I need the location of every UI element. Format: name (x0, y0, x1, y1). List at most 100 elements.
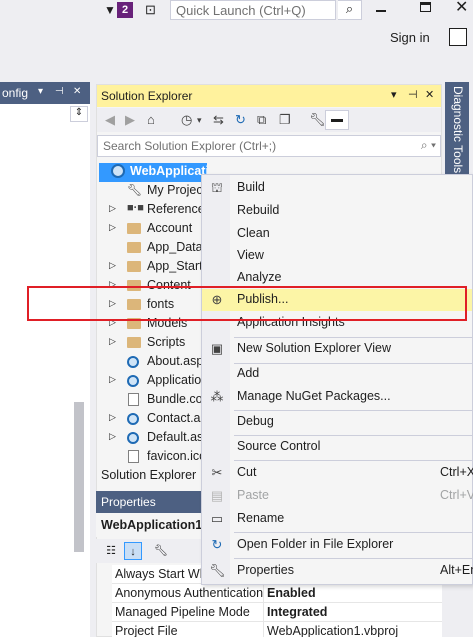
wrench-icon: 🔧︎ (127, 183, 143, 197)
properties-object-selector[interactable]: WebApplication1 (96, 513, 202, 537)
search-placeholder: Search Solution Explorer (Ctrl+;) (103, 139, 277, 153)
pin-icon[interactable]: ⊣ (408, 88, 418, 101)
icon-file-icon (128, 450, 139, 463)
property-row[interactable]: Project File WebApplication1.vbproj (112, 622, 442, 637)
menu-item-label: Rebuild (237, 203, 280, 217)
pin-icon[interactable]: ⊣ (55, 86, 64, 97)
tree-item-label: App_Start (147, 259, 203, 273)
expand-arrow-icon[interactable]: ▷ (109, 336, 116, 347)
dropdown-icon[interactable]: ▾ (38, 86, 43, 97)
menu-item-label: Paste (237, 488, 269, 502)
wrench-icon[interactable]: 🔧︎ (309, 112, 326, 128)
solution-explorer-header: Solution Explorer ▾ ⊣ ✕ (97, 85, 441, 107)
tree-item-label: Application (147, 373, 209, 387)
menu-item-shortcut: Alt+Enter (440, 563, 473, 577)
menu-item-paste[interactable]: ▤ Paste Ctrl+V (202, 485, 473, 507)
dropdown-icon[interactable]: ▾ (391, 88, 397, 101)
scissors-icon: ✂ (211, 465, 223, 480)
menu-item-new-solution-explorer-view[interactable]: ▣ New Solution Explorer View (202, 338, 472, 360)
sign-in-link[interactable]: Sign in (390, 30, 430, 45)
scrollbar-thumb[interactable] (74, 402, 84, 552)
property-row[interactable]: Managed Pipeline Mode Integrated (112, 603, 442, 622)
expand-arrow-icon[interactable]: ▷ (109, 260, 116, 271)
diagnostic-tools-label: Diagnostic Tools (451, 86, 465, 174)
expand-arrow-icon[interactable]: ▷ (109, 222, 116, 233)
expand-arrow-icon[interactable]: ▷ (109, 203, 116, 214)
expand-arrow-icon[interactable]: ▷ (109, 431, 116, 442)
build-icon: ⛫ (211, 180, 223, 195)
solution-search-input[interactable]: Search Solution Explorer (Ctrl+;) ⌕ ▾ (97, 135, 441, 157)
rename-icon: ▭ (210, 511, 224, 526)
close-icon[interactable]: ✕ (73, 86, 81, 97)
title-bar: ▼ 2 ⊡ Quick Launch (Ctrl+Q) ⌕ ✕ Sign in (0, 0, 473, 82)
property-name: Project File (115, 624, 178, 637)
collapse-all-icon[interactable]: ⧉ (257, 112, 266, 128)
property-value[interactable]: Integrated (267, 605, 327, 619)
close-icon[interactable]: ✕ (425, 88, 434, 101)
split-icon[interactable]: ⇕ (70, 106, 88, 122)
refresh-icon[interactable]: ↻ (235, 112, 246, 128)
left-tool-window: onfig ▾ ⊣ ✕ ⇕ (0, 82, 90, 637)
show-all-files-icon[interactable]: ❐ (279, 112, 291, 128)
menu-item-label: Open Folder in File Explorer (237, 537, 394, 551)
alphabetical-icon[interactable]: ↓ (124, 542, 142, 560)
menu-item-properties[interactable]: 🔧︎ Properties Alt+Enter (202, 560, 473, 582)
properties-header: Properties (96, 491, 202, 513)
solution-explorer-toolbar: ◀ ▶ ⌂ ◷ ▾ ⇆ ↻ ⧉ ❐ 🔧︎ (97, 108, 441, 132)
property-row[interactable]: Anonymous Authentication Enabled (112, 584, 442, 603)
forward-icon[interactable]: ▶ (125, 112, 135, 128)
menu-item-rebuild[interactable]: Rebuild (202, 200, 472, 222)
menu-item-label: Add (237, 366, 260, 380)
expand-arrow-icon[interactable]: ▷ (109, 412, 116, 423)
menu-item-source-control[interactable]: Source Control (202, 436, 472, 458)
pending-changes-icon[interactable]: ◷ (181, 112, 192, 128)
maximize-button[interactable] (420, 2, 431, 12)
close-button[interactable]: ✕ (455, 0, 468, 17)
menu-item-label: Properties (237, 563, 294, 577)
property-value[interactable]: Enabled (267, 586, 316, 600)
menu-item-manage-nuget[interactable]: ⁂ Manage NuGet Packages... (202, 386, 472, 408)
project-icon (111, 164, 125, 178)
back-icon[interactable]: ◀ (105, 112, 115, 128)
menu-item-add[interactable]: Add (202, 363, 472, 385)
solution-explorer-tab[interactable]: Solution Explorer (101, 467, 205, 486)
menu-item-shortcut: Ctrl+V (440, 488, 473, 502)
property-value[interactable]: WebApplication1.vbproj (267, 624, 398, 637)
web-file-icon (127, 375, 139, 387)
menu-item-rename[interactable]: ▭ Rename (202, 508, 472, 530)
search-icon[interactable]: ⌕ ▾ (421, 138, 436, 153)
menu-item-clean[interactable]: Clean (202, 223, 472, 245)
home-icon[interactable]: ⌂ (147, 112, 155, 127)
menu-item-view[interactable]: View (202, 245, 472, 267)
notification-badge[interactable]: 2 (117, 2, 133, 18)
references-icon: ■·■ (127, 202, 144, 214)
menu-item-label: Analyze (237, 270, 282, 284)
minimize-button[interactable] (376, 2, 386, 12)
tree-item-solution[interactable]: WebApplication1 (99, 163, 207, 182)
paste-icon: ▤ (210, 488, 224, 503)
menu-item-cut[interactable]: ✂ Cut Ctrl+X (202, 462, 473, 484)
categorized-icon[interactable]: ☷ (102, 542, 120, 560)
properties-object-label: WebApplication1 (101, 518, 202, 532)
property-name: Managed Pipeline Mode (115, 605, 250, 619)
menu-item-label: Cut (237, 465, 257, 479)
filter-icon[interactable]: ▼ (104, 3, 116, 17)
menu-separator (234, 558, 472, 559)
account-icon[interactable] (449, 28, 467, 46)
expand-arrow-icon[interactable]: ▷ (109, 374, 116, 385)
menu-item-build[interactable]: ⛫ Build (202, 177, 472, 199)
menu-item-label: Debug (237, 414, 274, 428)
web-file-icon (127, 432, 139, 444)
sync-icon[interactable]: ⇆ (213, 112, 224, 128)
search-icon[interactable]: ⌕ (338, 0, 362, 20)
quick-launch-input[interactable]: Quick Launch (Ctrl+Q) (170, 0, 336, 20)
menu-item-debug[interactable]: Debug (202, 411, 472, 433)
menu-item-open-folder[interactable]: ↻ Open Folder in File Explorer (202, 534, 472, 556)
feedback-icon[interactable]: ⊡ (145, 2, 156, 18)
preview-selected-icon[interactable] (325, 110, 349, 130)
wrench-icon[interactable]: 🔧︎ (152, 542, 170, 560)
menu-item-label: New Solution Explorer View (237, 341, 392, 355)
tree-item-label: My Project (147, 183, 207, 197)
dropdown-icon[interactable]: ▾ (197, 115, 202, 126)
menu-separator (234, 532, 472, 533)
